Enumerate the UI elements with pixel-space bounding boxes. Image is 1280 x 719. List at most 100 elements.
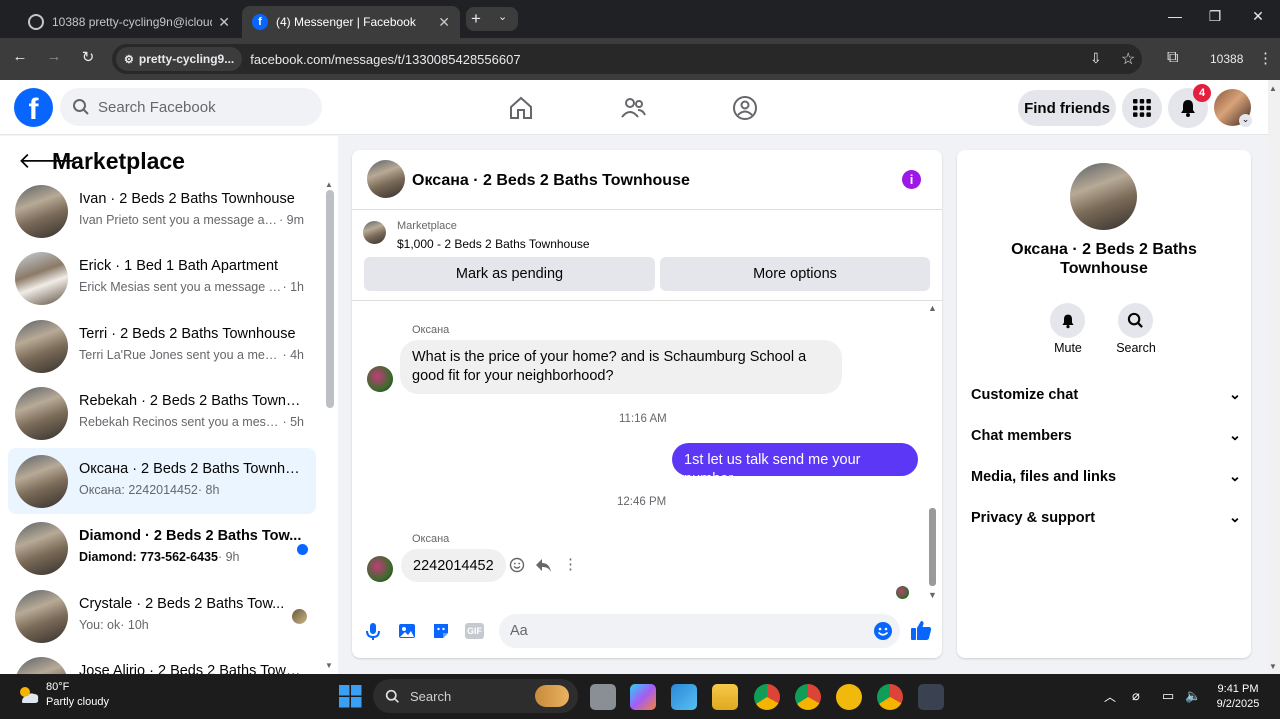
- microphone-icon[interactable]: [363, 621, 383, 641]
- find-friends-button[interactable]: Find friends: [1018, 90, 1116, 126]
- minimize-icon[interactable]: —: [1160, 8, 1190, 24]
- scroll-up-icon[interactable]: ▲: [325, 180, 333, 189]
- close-tab-icon[interactable]: ✕: [438, 14, 450, 31]
- scroll-down-icon[interactable]: ▼: [325, 661, 333, 670]
- listing-price-title[interactable]: $1,000 - 2 Beds 2 Baths Townhouse: [397, 237, 590, 251]
- chrome-profile-3-icon[interactable]: [877, 684, 903, 710]
- mute-button[interactable]: [1050, 303, 1085, 338]
- conversation-item[interactable]: Erick · 1 Bed 1 Bath Apartment Erick Mes…: [8, 245, 316, 311]
- tab-search-chevron-icon[interactable]: ⌄: [498, 10, 507, 23]
- close-window-icon[interactable]: ✕: [1243, 8, 1273, 25]
- menu-privacy-support[interactable]: Privacy & support ⌄: [971, 510, 1241, 526]
- conversation-item[interactable]: Ivan · 2 Beds 2 Baths Townhouse Ivan Pri…: [8, 178, 316, 244]
- page-scroll-down-icon[interactable]: ▼: [1269, 662, 1277, 671]
- preview-time: · 5h: [282, 415, 304, 429]
- bookmark-star-icon[interactable]: ☆: [1121, 49, 1135, 69]
- search-label: Search: [1116, 341, 1156, 355]
- conversation-item[interactable]: Crystale · 2 Beds 2 Baths Tow... You: ok…: [8, 583, 316, 649]
- chat-scrollbar[interactable]: [929, 508, 936, 586]
- page-scroll-up-icon[interactable]: ▲: [1269, 84, 1277, 93]
- conversation-item[interactable]: Diamond · 2 Beds 2 Baths Tow... Diamond:…: [8, 515, 316, 581]
- store-icon[interactable]: [671, 684, 697, 710]
- info-icon[interactable]: i: [902, 170, 921, 189]
- display-icon[interactable]: ▭: [1162, 688, 1174, 704]
- react-emoji-icon[interactable]: [509, 557, 525, 573]
- preview-text: Terri La'Rue Jones sent you a messa...: [79, 348, 283, 362]
- sender-avatar[interactable]: [367, 556, 393, 582]
- photo-icon[interactable]: [397, 621, 417, 641]
- omnibox[interactable]: ⚙ pretty-cycling9... facebook.com/messag…: [112, 44, 1142, 74]
- weather-widget[interactable]: 80°F Partly cloudy: [16, 680, 109, 710]
- extensions-icon[interactable]: ⧉: [1167, 49, 1178, 67]
- chat-title[interactable]: Оксана · 2 Beds 2 Baths Townhouse: [412, 172, 690, 190]
- site-info-chip[interactable]: ⚙ pretty-cycling9...: [116, 47, 243, 71]
- preview-time: · 9h: [217, 550, 240, 564]
- chrome-profile-2-icon[interactable]: [795, 684, 821, 710]
- profile-label[interactable]: 10388: [1210, 52, 1243, 66]
- conversation-item[interactable]: Jose Alirio · 2 Beds 2 Baths Town...: [8, 650, 316, 674]
- outgoing-message-bubble[interactable]: 1st let us talk send me your number: [672, 443, 918, 487]
- forward-icon[interactable]: →: [44, 48, 64, 65]
- chat-scroll-down-icon[interactable]: ▼: [928, 590, 937, 600]
- menu-media-files-links[interactable]: Media, files and links ⌄: [971, 469, 1241, 485]
- sticker-icon[interactable]: [431, 621, 451, 641]
- menu-customize-chat[interactable]: Customize chat ⌄: [971, 387, 1241, 403]
- reply-icon[interactable]: [535, 557, 552, 573]
- back-icon[interactable]: ←: [10, 48, 30, 65]
- active-browser-icon[interactable]: [918, 684, 944, 710]
- close-tab-icon[interactable]: ✕: [218, 14, 230, 31]
- menu-grid-button[interactable]: [1122, 88, 1162, 128]
- windows-start-icon[interactable]: [339, 685, 362, 708]
- network-off-icon[interactable]: ⌀: [1132, 688, 1140, 704]
- incoming-message-bubble[interactable]: What is the price of your home? and is S…: [400, 340, 842, 394]
- facebook-logo[interactable]: f: [14, 88, 53, 127]
- conversation-item-selected[interactable]: Оксана · 2 Beds 2 Baths Townho... Оксана…: [8, 448, 316, 514]
- new-tab-icon[interactable]: +: [471, 9, 481, 29]
- volume-icon[interactable]: 🔈: [1185, 688, 1201, 704]
- mute-label: Mute: [1054, 341, 1082, 355]
- file-explorer-icon[interactable]: [712, 684, 738, 710]
- show-hidden-icons-chevron[interactable]: ︿: [1104, 688, 1116, 705]
- message-input[interactable]: Aa: [499, 614, 900, 648]
- home-icon[interactable]: [508, 95, 534, 121]
- chat-header-thumbnail[interactable]: [367, 160, 405, 198]
- more-options-button[interactable]: More options: [660, 257, 930, 291]
- thumbs-up-icon[interactable]: [910, 619, 932, 641]
- listing-thumbnail[interactable]: [363, 221, 386, 244]
- reload-icon[interactable]: ↻: [78, 48, 98, 66]
- browser-menu-icon[interactable]: ⋮: [1258, 49, 1273, 67]
- chat-scroll-up-icon[interactable]: ▲: [928, 303, 937, 313]
- browser-tab-1[interactable]: 10388 pretty-cycling9n@icloud ✕: [18, 6, 240, 38]
- listing-photo[interactable]: [1070, 163, 1137, 230]
- gif-icon[interactable]: GIF: [465, 623, 484, 639]
- copilot-icon[interactable]: [630, 684, 656, 710]
- task-view-icon[interactable]: [590, 684, 616, 710]
- page-scrollbar[interactable]: [1268, 80, 1280, 674]
- emoji-icon[interactable]: [873, 621, 893, 641]
- groups-icon[interactable]: [732, 95, 758, 121]
- conversation-item[interactable]: Terri · 2 Beds 2 Baths Townhouse Terri L…: [8, 313, 316, 379]
- conversation-list-scrollbar[interactable]: [326, 190, 334, 408]
- maximize-icon[interactable]: ❐: [1200, 8, 1230, 25]
- more-actions-icon[interactable]: ⋮: [563, 555, 578, 573]
- conversation-name: Ivan · 2 Beds 2 Baths Townhouse: [79, 191, 295, 207]
- listing-thumbnail: [15, 657, 68, 674]
- conversation-item[interactable]: Rebekah · 2 Beds 2 Baths Townh... Rebeka…: [8, 380, 316, 446]
- taskbar-search[interactable]: Search: [373, 679, 578, 713]
- search-in-chat-button[interactable]: [1118, 303, 1153, 338]
- menu-chat-members[interactable]: Chat members ⌄: [971, 428, 1241, 444]
- incoming-message-bubble[interactable]: 2242014452: [401, 549, 506, 582]
- account-chevron-icon[interactable]: ⌄: [1239, 114, 1252, 127]
- mark-as-pending-button[interactable]: Mark as pending: [364, 257, 655, 291]
- conversation-preview: Оксана: 2242014452 · 8h: [79, 483, 304, 497]
- friends-icon[interactable]: [620, 95, 646, 121]
- system-clock[interactable]: 9:41 PM 9/2/2025: [1210, 682, 1266, 712]
- chrome-profile-1-icon[interactable]: [754, 684, 780, 710]
- app-icon[interactable]: [836, 684, 862, 710]
- sender-name: Оксана: [412, 533, 450, 545]
- install-app-icon[interactable]: ⇩: [1090, 50, 1102, 67]
- conversation-name: Crystale · 2 Beds 2 Baths Tow...: [79, 596, 285, 612]
- facebook-search-input[interactable]: Search Facebook: [60, 88, 322, 126]
- browser-tab-2[interactable]: f (4) Messenger | Facebook ✕: [242, 6, 460, 38]
- sender-avatar[interactable]: [367, 366, 393, 392]
